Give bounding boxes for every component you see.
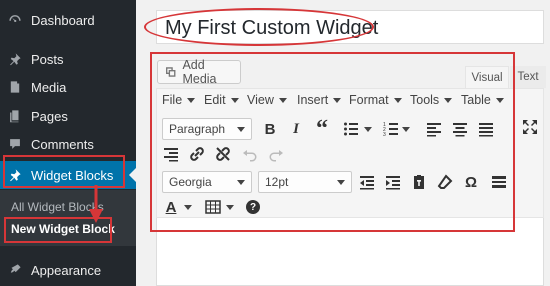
- menu-label: Comments: [31, 136, 94, 152]
- menu-appearance[interactable]: Appearance: [0, 258, 136, 282]
- paintbrush-icon: [8, 263, 22, 277]
- tab-text[interactable]: Text: [510, 66, 546, 88]
- pin-icon: [8, 52, 22, 66]
- menu-pages[interactable]: Pages: [0, 104, 136, 128]
- fullscreen-icon: [523, 120, 537, 134]
- comments-icon: [8, 137, 22, 151]
- annotation-arrow-icon: [89, 185, 103, 223]
- menu-label: Dashboard: [31, 12, 95, 28]
- admin-sidebar: Dashboard Posts Media Pages Comments Wid…: [0, 0, 136, 286]
- menu-label: Media: [31, 79, 67, 95]
- menu-media[interactable]: Media: [0, 75, 136, 99]
- menu-label: Pages: [31, 108, 68, 124]
- media-icon: [8, 80, 22, 94]
- menu-dashboard[interactable]: Dashboard: [0, 8, 136, 32]
- dashboard-icon: [8, 13, 22, 27]
- current-indicator: [129, 168, 136, 182]
- annotation-box-editor: [150, 52, 515, 232]
- menu-label: Appearance: [31, 262, 102, 278]
- menu-posts[interactable]: Posts: [0, 47, 136, 71]
- annotation-ellipse-title: [144, 8, 374, 46]
- annotation-box-widget-blocks: [3, 155, 125, 188]
- menu-comments[interactable]: Comments: [0, 132, 136, 156]
- fullscreen-button[interactable]: [521, 118, 539, 136]
- menu-label: Posts: [31, 51, 64, 67]
- pages-icon: [8, 109, 22, 123]
